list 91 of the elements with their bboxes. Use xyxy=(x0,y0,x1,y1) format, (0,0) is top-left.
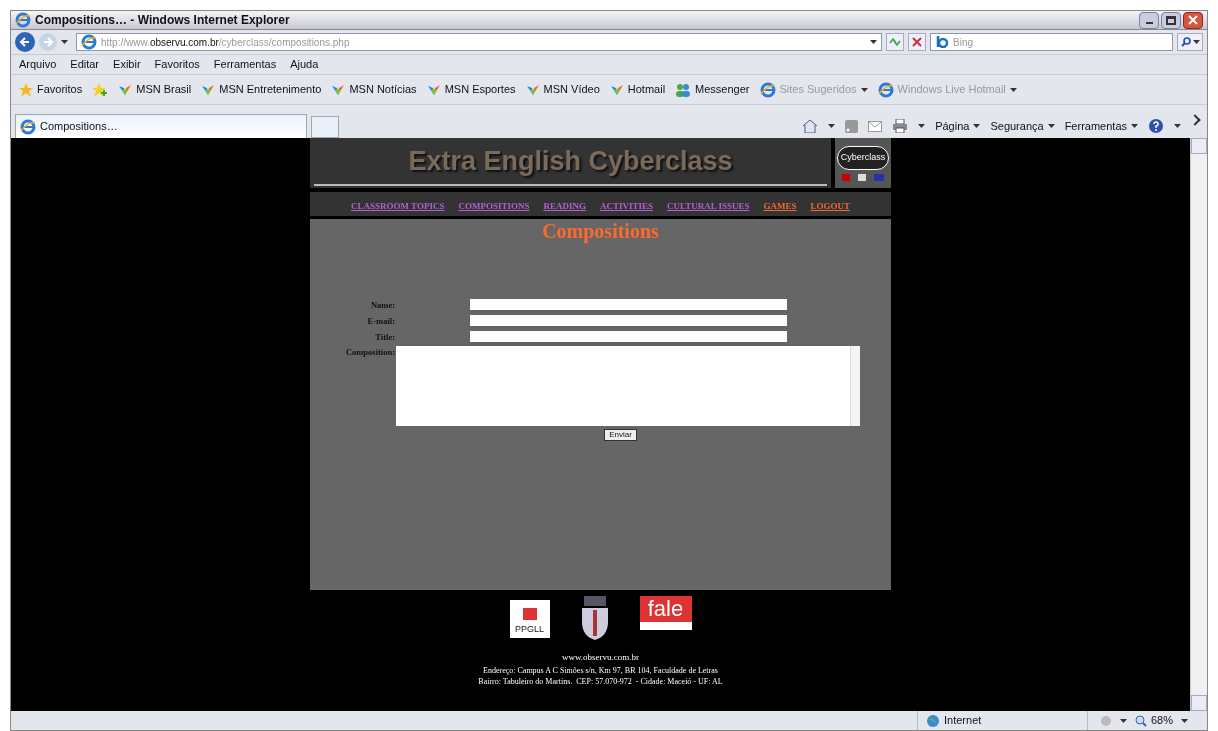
search-button[interactable] xyxy=(1177,33,1203,51)
caret-icon xyxy=(61,40,68,44)
butterfly-icon xyxy=(525,83,540,96)
printer-icon xyxy=(892,119,909,133)
stop-button[interactable] xyxy=(908,33,926,51)
scrollbar[interactable] xyxy=(1190,138,1207,711)
browser-icon xyxy=(20,118,36,135)
close-icon xyxy=(1188,15,1198,25)
text-field[interactable] xyxy=(470,314,787,326)
nav-link[interactable]: LOGOUT xyxy=(810,199,850,213)
people-icon xyxy=(675,82,692,97)
nav-link[interactable]: GAMES xyxy=(763,199,797,213)
maximize-button[interactable] xyxy=(1161,11,1181,29)
footer-text: www.observu.com.br xyxy=(561,652,640,663)
url-text: http://www.observu.com.br/cyberclass/compositions.php xyxy=(101,35,350,50)
favorite-link[interactable]: Hotmail xyxy=(609,81,666,98)
text-field[interactable] xyxy=(470,330,787,342)
magnifier-icon xyxy=(1135,714,1147,727)
favorite-link[interactable]: MSN Brasil xyxy=(118,81,192,98)
page-heading: Compositions xyxy=(542,219,659,244)
field-label: E-mail: xyxy=(366,314,396,328)
site-title: Extra English Cyberclass xyxy=(408,144,733,178)
zoom-button[interactable]: 68% xyxy=(1135,712,1174,729)
close-icon xyxy=(912,37,922,47)
ppgll-logo: PPGLL xyxy=(509,600,550,638)
page-icon xyxy=(81,34,97,50)
caret-icon xyxy=(973,124,981,128)
refresh-button[interactable] xyxy=(886,33,904,51)
caret-icon xyxy=(1047,124,1055,128)
page-icon xyxy=(877,81,894,98)
site-badge: Cyberclass xyxy=(831,138,891,188)
refresh-icon xyxy=(889,37,901,47)
security-zone: Internet xyxy=(944,713,982,729)
text-field[interactable] xyxy=(470,299,787,310)
butterfly-icon xyxy=(609,83,624,96)
favorite-link[interactable]: MSN Esportes xyxy=(426,81,516,98)
menu-item[interactable]: Ajuda xyxy=(290,56,319,73)
field-label: Name: xyxy=(369,299,396,312)
home-icon xyxy=(802,119,819,133)
caret-icon xyxy=(1181,718,1189,723)
favorite-link[interactable]: MSN Vídeo xyxy=(525,81,600,98)
menu-item[interactable]: Favoritos xyxy=(154,56,200,73)
globe-icon xyxy=(926,713,940,728)
composition-field[interactable] xyxy=(396,346,860,427)
caret-icon xyxy=(1174,124,1181,128)
address-field[interactable]: http://www.observu.com.br/cyberclass/compositions.php xyxy=(76,33,882,51)
caret-icon xyxy=(870,40,877,44)
minimize-button[interactable] xyxy=(1139,11,1159,29)
browser-icon xyxy=(15,12,31,28)
mail-icon xyxy=(868,120,883,132)
browser-icon xyxy=(759,81,776,98)
caret-icon xyxy=(1192,40,1200,44)
field-label: Composition: xyxy=(344,346,396,359)
caret-icon xyxy=(1009,87,1017,92)
menu-item[interactable]: Editar xyxy=(70,56,100,73)
star-icon xyxy=(19,82,33,97)
field-label: Title: xyxy=(374,330,396,344)
footer-text: Bairro: Tabuleiro do Martins. CEP: 57.070-972 - Cidade: Maceió - UF: AL xyxy=(478,676,723,687)
b-icon xyxy=(935,36,949,48)
fale-logo: fale xyxy=(639,596,692,630)
command-menu[interactable]: Segurança xyxy=(990,117,1055,135)
submit-button[interactable]: Enviar xyxy=(604,429,637,442)
command-menu[interactable]: Página xyxy=(935,117,981,135)
favorite-link[interactable]: Messenger xyxy=(675,81,750,98)
search-icon xyxy=(1180,37,1191,47)
menu-item[interactable]: Ferramentas xyxy=(213,56,277,73)
butterfly-icon xyxy=(118,83,133,96)
caret-icon xyxy=(1120,718,1127,723)
menu-item[interactable]: Arquivo xyxy=(19,56,57,73)
caret-icon xyxy=(918,124,926,128)
help-icon xyxy=(1148,118,1164,134)
add-favorite-icon xyxy=(92,82,109,97)
menu-item[interactable]: Exibir xyxy=(113,56,141,73)
back-button[interactable] xyxy=(15,32,35,52)
feed-icon xyxy=(845,119,859,133)
browser-tab[interactable]: Compositions… xyxy=(15,114,307,138)
butterfly-icon xyxy=(426,83,441,96)
arrow-right-icon xyxy=(43,37,53,47)
footer-text: Endereço: Campus A C Simões s/n, Km 97, BR 104, Faculdade de Letras xyxy=(483,665,718,676)
caret-icon xyxy=(1131,124,1138,128)
favorite-link[interactable]: MSN Notícias xyxy=(331,81,417,98)
butterfly-icon xyxy=(331,83,346,96)
command-menu[interactable]: Ferramentas xyxy=(1064,117,1138,135)
arrow-left-icon xyxy=(20,37,30,47)
favorites-button[interactable]: Favoritos xyxy=(19,81,83,98)
caret-icon xyxy=(828,124,836,128)
caret-icon xyxy=(860,87,868,92)
butterfly-icon xyxy=(201,83,216,96)
close-button[interactable] xyxy=(1183,11,1203,29)
window-title: Compositions… - Windows Internet Explorer xyxy=(35,12,290,29)
favorite-link[interactable]: MSN Entretenimento xyxy=(201,81,322,98)
